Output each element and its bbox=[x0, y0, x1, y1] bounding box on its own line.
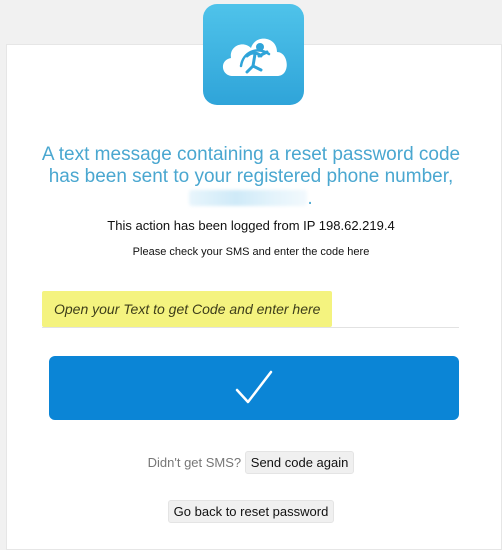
sms-instruction: Please check your SMS and enter the code… bbox=[132, 246, 370, 258]
resend-label: Didn't get SMS? bbox=[147, 455, 242, 470]
sms-code-input[interactable] bbox=[42, 291, 459, 327]
cloud-logo-icon bbox=[222, 38, 287, 76]
headline-text: A text message containing a reset passwo… bbox=[41, 144, 461, 187]
checkmark-icon bbox=[235, 370, 273, 404]
headline-period: . bbox=[307, 188, 313, 209]
back-row: Go back to reset password bbox=[0, 500, 502, 523]
submit-code-button[interactable] bbox=[49, 356, 459, 420]
send-code-again-button[interactable]: Send code again bbox=[244, 451, 355, 474]
back-to-reset-password-button[interactable]: Go back to reset password bbox=[167, 500, 335, 523]
ip-log-notice: This action has been logged from IP 198.… bbox=[107, 218, 395, 233]
masked-phone-number bbox=[189, 190, 308, 206]
code-field-wrapper bbox=[42, 291, 459, 328]
app-logo bbox=[203, 4, 304, 105]
sms-sent-message: A text message containing a reset passwo… bbox=[40, 144, 462, 210]
resend-row: Didn't get SMS? Send code again bbox=[0, 451, 502, 474]
